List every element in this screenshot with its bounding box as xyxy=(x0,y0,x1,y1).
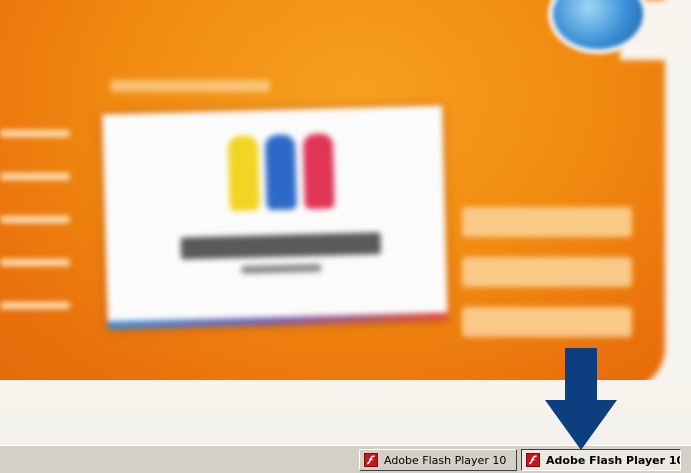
blurred-product-title xyxy=(180,232,381,260)
blurred-button[interactable] xyxy=(462,207,632,237)
blurred-nav-link[interactable] xyxy=(0,130,70,137)
screen: Adobe Flash Player 10 Adobe Flash Player… xyxy=(0,0,691,473)
taskbar-button-flash-player[interactable]: Adobe Flash Player 10 xyxy=(359,449,517,471)
blurred-product-subtitle xyxy=(241,263,322,274)
blurred-button[interactable] xyxy=(462,257,632,287)
product-box-image xyxy=(102,105,448,330)
blurred-nav-link[interactable] xyxy=(0,259,70,266)
blurred-nav-link[interactable] xyxy=(0,173,70,180)
taskbar-button-flash-player-active[interactable]: Adobe Flash Player 10 xyxy=(521,449,681,471)
blurred-nav-links xyxy=(0,130,70,345)
taskbar-button-label: Adobe Flash Player 10 xyxy=(546,453,680,467)
arrow-shape xyxy=(545,348,617,450)
red-bottle-graphic xyxy=(302,133,335,210)
blurred-button[interactable] xyxy=(462,307,632,337)
flash-player-icon xyxy=(526,453,540,467)
taskbar-button-label: Adobe Flash Player 10 xyxy=(384,453,507,467)
blurred-nav-link[interactable] xyxy=(0,216,70,223)
yellow-bottle-graphic xyxy=(227,135,260,212)
blue-bottle-graphic xyxy=(264,134,297,211)
blurred-nav-link[interactable] xyxy=(0,302,70,309)
flash-player-icon xyxy=(364,453,378,467)
blurred-caption xyxy=(110,80,270,92)
down-arrow-icon xyxy=(545,348,617,450)
